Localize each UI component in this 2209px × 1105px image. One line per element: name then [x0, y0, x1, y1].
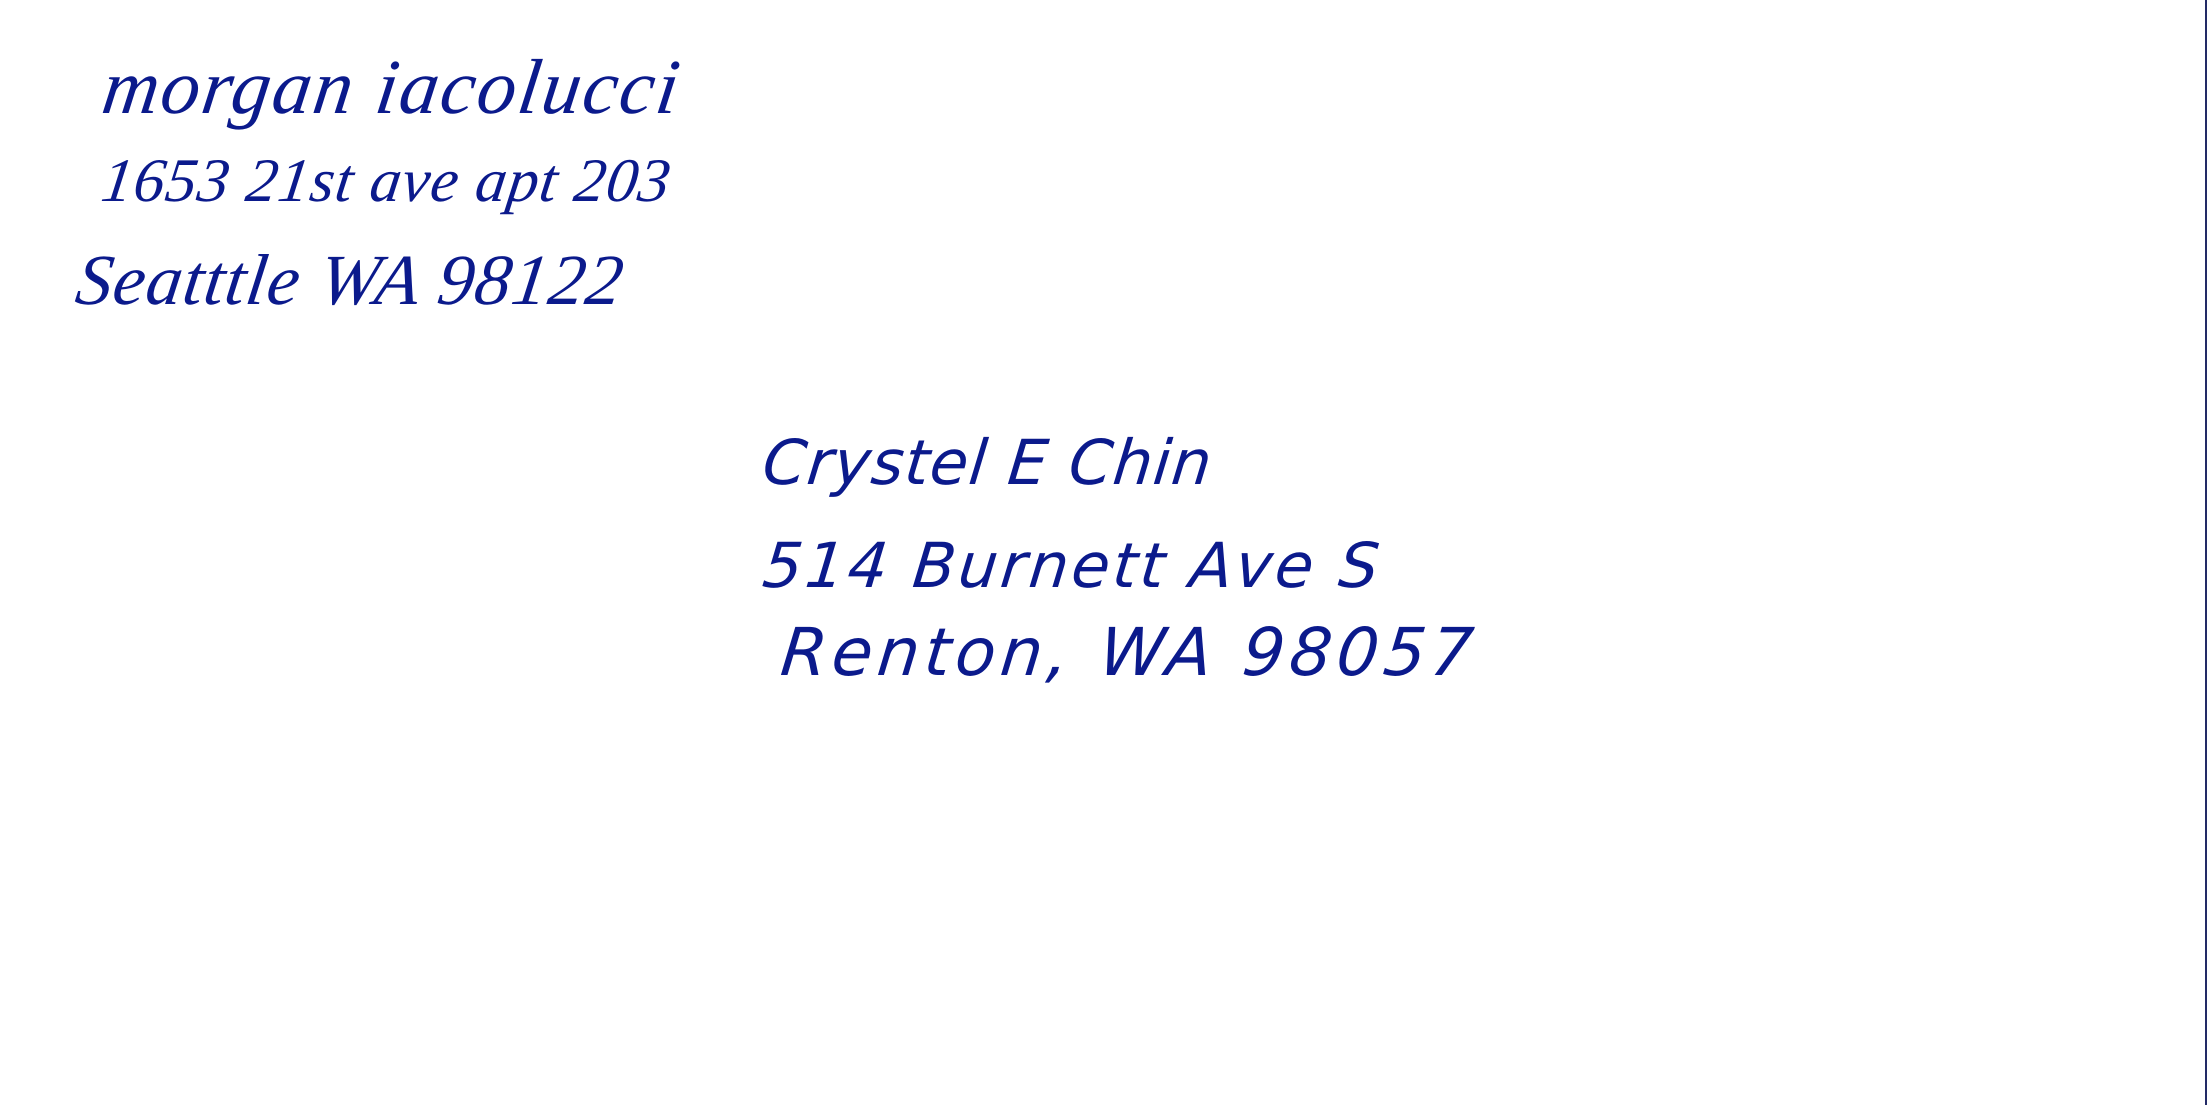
envelope-edge-line: [2205, 0, 2207, 1105]
recipient-name: Crystel E Chin: [759, 426, 1217, 499]
recipient-city-line: Renton, WA 98057: [777, 614, 1482, 691]
envelope: morgan iacolucci 1653 21st ave apt 203 S…: [0, 0, 2209, 1105]
recipient-street: 514 Burnett Ave S: [759, 529, 1386, 602]
return-street: 1653 21st ave apt 203: [97, 147, 676, 215]
return-city-line: Seatttle WA 98122: [71, 240, 630, 320]
return-name: morgan iacolucci: [97, 43, 687, 130]
